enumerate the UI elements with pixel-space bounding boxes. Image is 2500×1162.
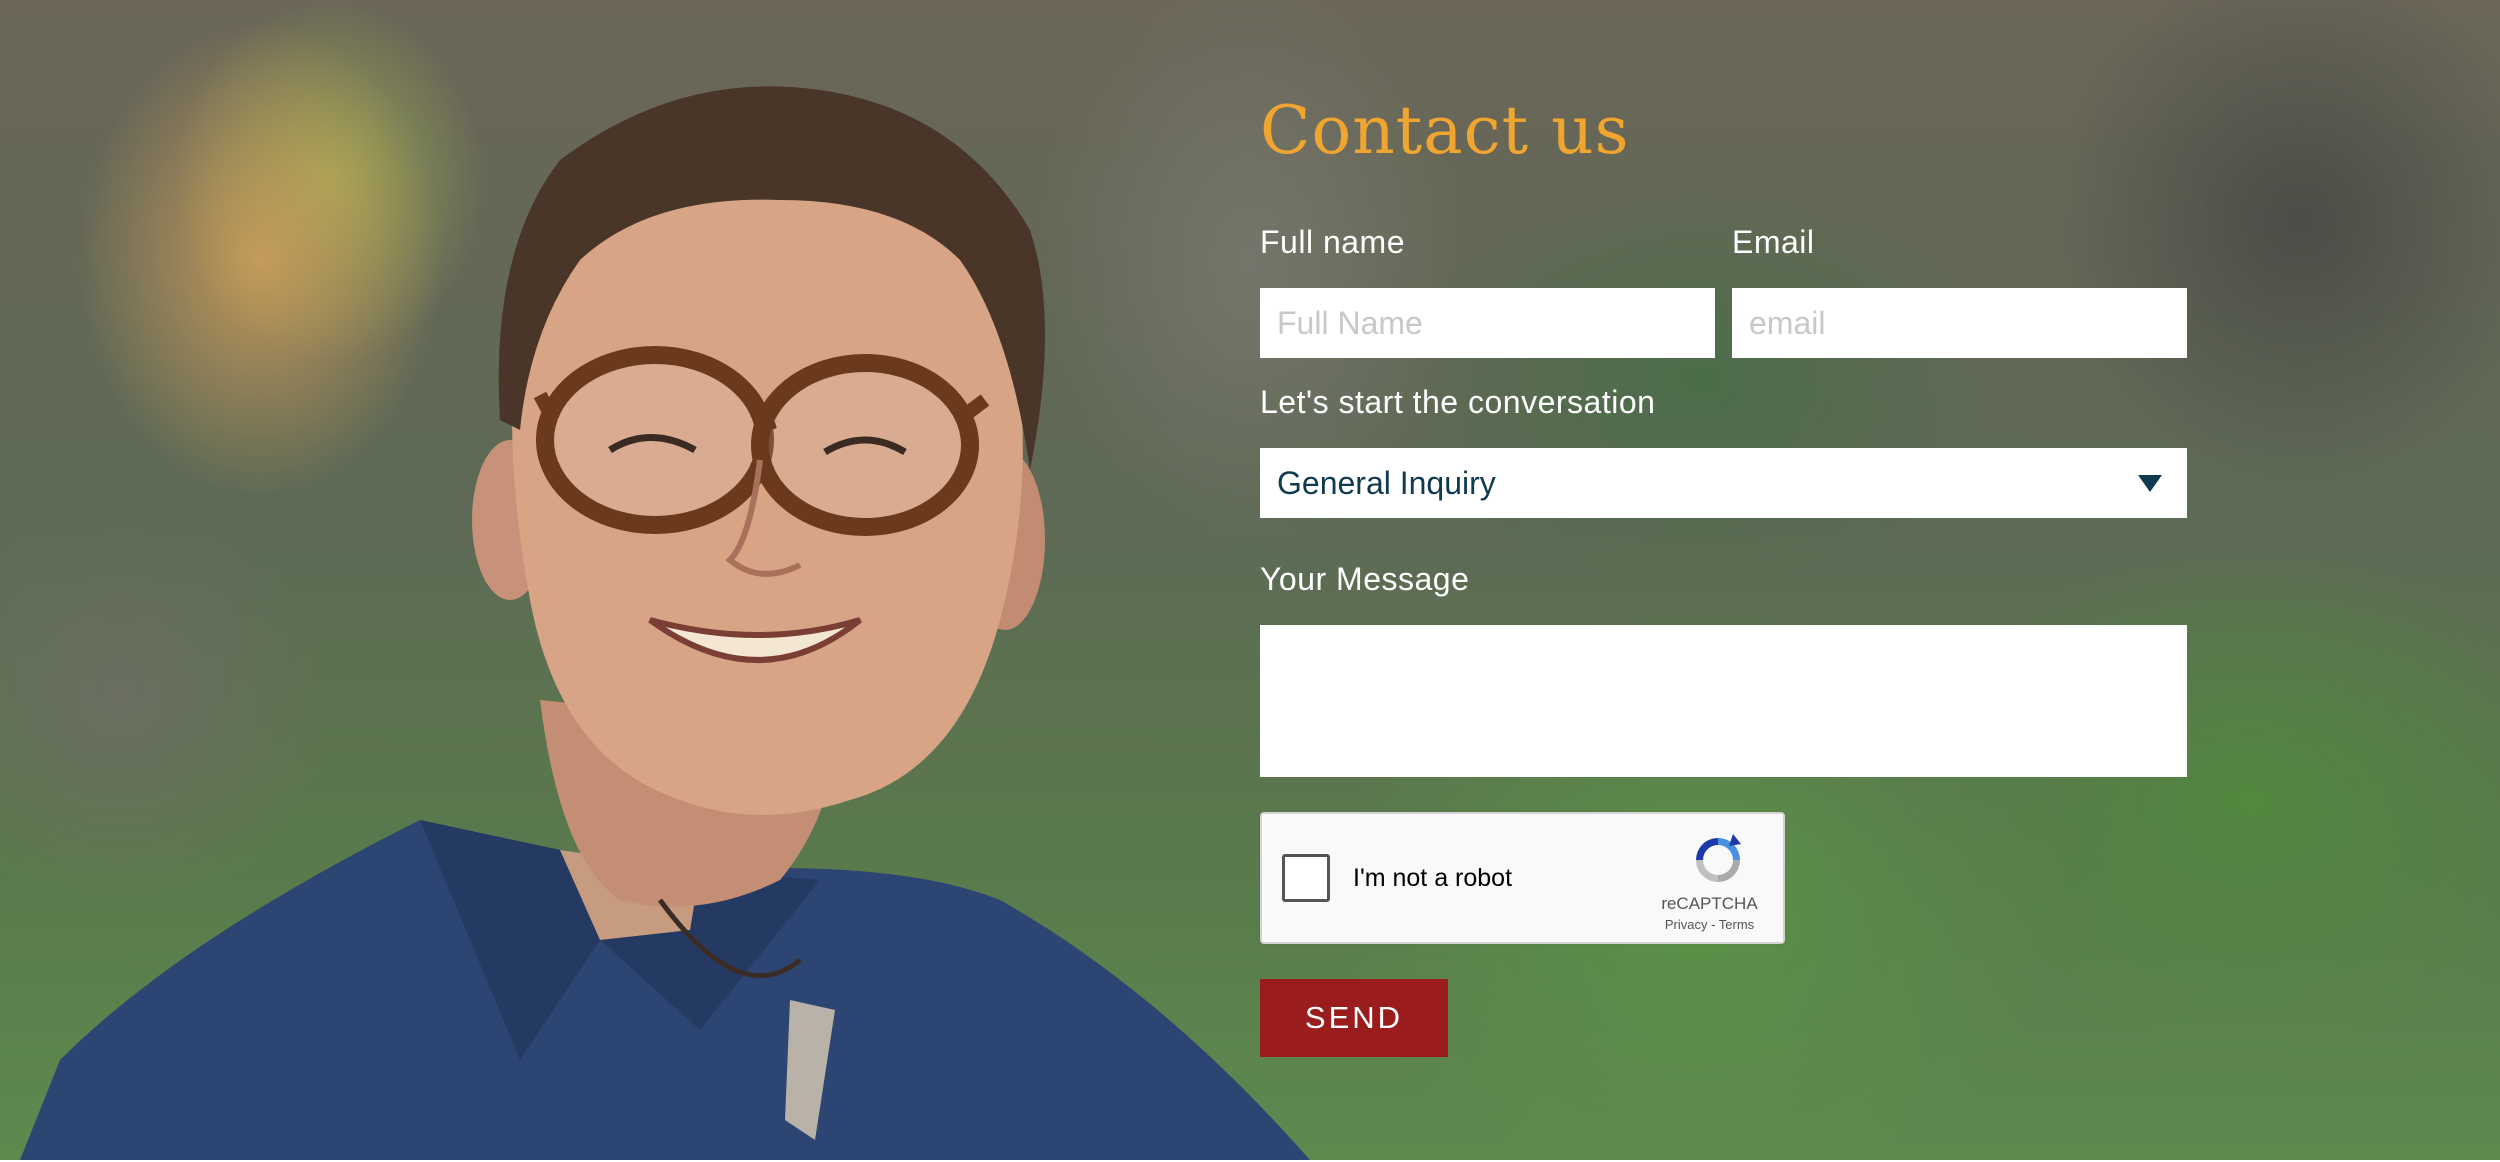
recaptcha-terms-link[interactable]: Terms [1719,917,1754,932]
topic-select-value: General Inquiry [1277,464,1496,501]
recaptcha-widget: I'm not a robot reCAPTCHA Privacy - Term… [1260,812,1785,944]
email-label: Email [1732,224,1815,260]
recaptcha-checkbox[interactable] [1282,854,1330,902]
portrait-photo [20,86,1310,1160]
send-button[interactable]: SEND [1260,979,1448,1057]
message-label: Your Message [1260,561,1470,597]
recaptcha-brand: reCAPTCHA [1661,894,1758,913]
topic-label: Let's start the conversation [1260,384,1656,420]
recaptcha-logo-icon [1696,834,1741,882]
hero-background: Contact us Full name Email Let's start t… [0,0,2500,1160]
recaptcha-label: I'm not a robot [1353,864,1513,892]
chevron-down-icon [2138,474,2162,492]
full-name-input[interactable] [1260,288,1715,358]
message-textarea[interactable] [1260,625,2187,777]
recaptcha-privacy-link[interactable]: Privacy [1665,917,1708,932]
contact-form: Contact us Full name Email Let's start t… [1260,0,2190,1160]
email-input[interactable] [1732,288,2187,358]
page-title: Contact us [1260,92,1630,169]
full-name-label: Full name [1260,224,1405,260]
recaptcha-separator: - [1707,917,1719,932]
topic-select[interactable]: General Inquiry [1260,448,2187,518]
recaptcha-links: Privacy - Terms [1642,917,1777,932]
